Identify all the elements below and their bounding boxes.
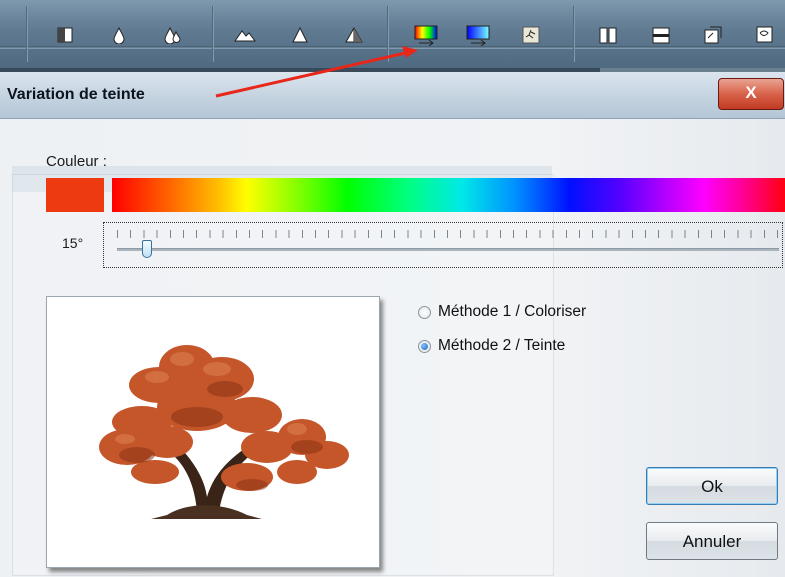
method-2-label: Méthode 2 / Teinte <box>438 337 566 354</box>
drop-small-icon[interactable] <box>106 22 132 48</box>
bw-square-icon[interactable] <box>52 22 78 48</box>
toolbar-separator <box>26 6 28 62</box>
runner-icon[interactable] <box>518 22 544 48</box>
close-button[interactable]: X <box>718 78 784 110</box>
bonsai-tree-image <box>99 345 349 519</box>
slider-track <box>117 248 779 251</box>
method-1-option[interactable]: Méthode 1 / Coloriser <box>418 303 586 321</box>
landscape-icon[interactable] <box>232 22 258 48</box>
dialog-title: Variation de teinte <box>7 86 145 103</box>
triangle-icon[interactable] <box>287 22 313 48</box>
toolbar-separator <box>573 6 575 62</box>
dialog-title-bar[interactable]: Variation de teinte X <box>0 72 785 119</box>
color-label: Couleur : <box>46 153 107 170</box>
method-2-radio[interactable] <box>418 339 431 353</box>
method-1-radio[interactable] <box>418 305 431 319</box>
triangle-split-icon[interactable] <box>341 22 367 48</box>
hue-gradient-icon[interactable] <box>413 22 439 48</box>
warp-icon[interactable] <box>752 22 778 48</box>
ok-button[interactable]: Ok <box>646 467 778 505</box>
columns-icon[interactable] <box>595 22 621 48</box>
panel-icon[interactable] <box>648 22 674 48</box>
method-2-option[interactable]: Méthode 2 / Teinte <box>418 337 565 355</box>
hue-spectrum[interactable] <box>112 178 785 212</box>
color-gradient-icon[interactable] <box>465 22 491 48</box>
method-1-label: Méthode 1 / Coloriser <box>438 303 587 320</box>
toolbar-separator <box>387 6 389 62</box>
preview-image <box>46 296 380 568</box>
rotate-icon[interactable] <box>700 22 726 48</box>
hue-slider[interactable] <box>103 222 783 268</box>
color-swatch <box>46 178 104 212</box>
hue-value: 15° <box>62 235 84 251</box>
drops-icon[interactable] <box>160 22 186 48</box>
slider-thumb[interactable] <box>142 240 152 258</box>
toolbar-separator <box>212 6 214 62</box>
toolbar <box>0 0 785 69</box>
cancel-button[interactable]: Annuler <box>646 522 778 560</box>
slider-ticks <box>117 230 779 238</box>
